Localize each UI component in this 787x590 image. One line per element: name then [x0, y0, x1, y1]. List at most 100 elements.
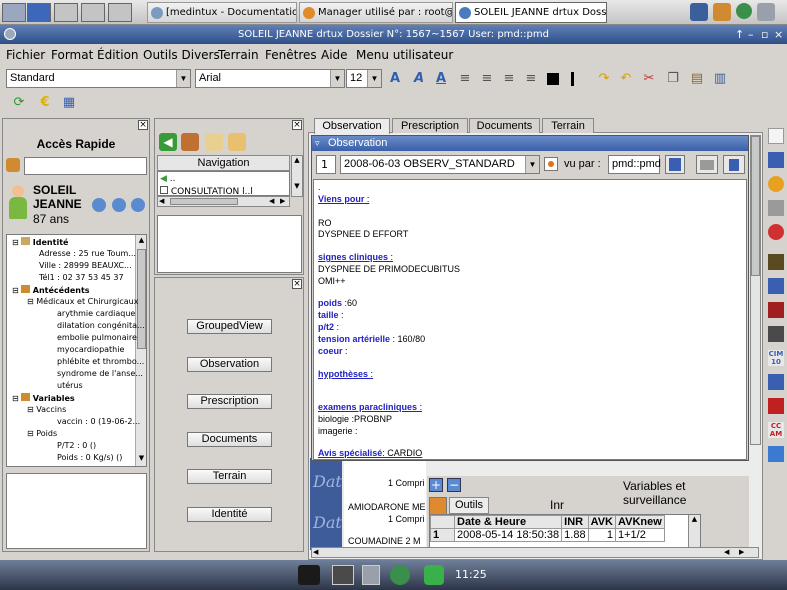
- grid-icon[interactable]: [768, 326, 784, 342]
- tree-leaf[interactable]: arythmie cardiaque: [57, 309, 135, 318]
- tree-leaf[interactable]: dilatation congénita...: [57, 321, 145, 330]
- scroll-thumb[interactable]: [751, 136, 760, 276]
- nav-vscrollbar[interactable]: ▲ ▼: [291, 155, 303, 197]
- tree-leaf[interactable]: myocardiopathie: [57, 345, 124, 354]
- home-icon[interactable]: [181, 133, 199, 151]
- validate-button[interactable]: [544, 157, 558, 171]
- tree-leaf[interactable]: Ville : 28999 BEAUXC...: [39, 261, 132, 270]
- tree-leaf[interactable]: utérus: [57, 381, 83, 390]
- files-dock-icon[interactable]: [362, 565, 380, 585]
- zoom-reset-icon[interactable]: [131, 198, 145, 212]
- tree-node-antecedents[interactable]: ⊟ Antécédents: [12, 285, 90, 295]
- cut-icon[interactable]: ✂: [640, 70, 658, 88]
- stack-icon[interactable]: [768, 278, 784, 294]
- tree-node-identite[interactable]: ⊟ Identité: [12, 237, 68, 247]
- calendar-icon[interactable]: ▦: [60, 94, 78, 112]
- underline-icon[interactable]: A: [432, 70, 450, 88]
- text-color-icon[interactable]: [547, 73, 559, 85]
- align-right-icon[interactable]: ≡: [500, 70, 518, 88]
- table-row[interactable]: 1 2008-05-14 18:50:38 1.88 1 1+1/2: [430, 528, 665, 542]
- view-prescription-button[interactable]: Prescription: [187, 394, 272, 409]
- font-size-select[interactable]: 12 ▼: [346, 69, 382, 88]
- window-close-icon[interactable]: ×: [774, 25, 783, 44]
- save-disk-icon[interactable]: [768, 152, 784, 168]
- menu-edition[interactable]: Édition: [97, 48, 139, 62]
- tab-documents[interactable]: Documents: [469, 118, 540, 133]
- italic-icon[interactable]: A: [410, 70, 428, 88]
- observation-editor[interactable]: . Viens pour : RO DYSPNEE D EFFORT signe…: [313, 179, 747, 460]
- bold-icon[interactable]: A: [386, 70, 404, 88]
- tree-node-variables[interactable]: ⊟ Variables: [12, 393, 75, 403]
- task-manager[interactable]: Manager utilisé par : root@l...: [299, 2, 453, 23]
- scroll-up-icon[interactable]: ▲: [137, 236, 146, 245]
- patient-search-icon[interactable]: [6, 158, 20, 172]
- window-minimize-icon[interactable]: –: [748, 25, 754, 44]
- zoom-in-icon[interactable]: [92, 198, 106, 212]
- printer-icon[interactable]: [768, 200, 784, 216]
- nav-row-consultation[interactable]: CONSULTATION l..l: [160, 186, 253, 195]
- redo-icon[interactable]: ↷: [595, 70, 613, 88]
- refresh-icon[interactable]: ⟳: [10, 94, 28, 112]
- workspace-2-icon[interactable]: [54, 3, 78, 22]
- monitor-tray-icon[interactable]: [690, 3, 708, 21]
- tree-node-vaccins[interactable]: ⊟ Vaccins: [27, 405, 66, 414]
- scroll-down-icon[interactable]: ▼: [292, 182, 302, 190]
- back-arrow-icon[interactable]: ◀: [159, 133, 177, 151]
- align-center-icon[interactable]: ≡: [478, 70, 496, 88]
- align-justify-icon[interactable]: ≡: [522, 70, 540, 88]
- task-drtux[interactable]: SOLEIL JEANNE drtux Dossi...: [455, 2, 607, 23]
- close-icon[interactable]: ×: [292, 279, 302, 289]
- tab-prescription[interactable]: Prescription: [392, 118, 468, 133]
- cim10-icon[interactable]: CIM 10: [768, 350, 784, 366]
- nav-hscrollbar[interactable]: ◀ ◀ ▶: [157, 196, 290, 207]
- menu-outils-divers[interactable]: Outils Divers: [143, 48, 220, 62]
- paste-icon[interactable]: ▤: [688, 70, 706, 88]
- stop-icon[interactable]: [768, 224, 784, 240]
- tree-leaf[interactable]: phlébite et thrombo...: [57, 357, 144, 366]
- workspace-3-icon[interactable]: [81, 3, 105, 22]
- undo-icon[interactable]: ↶: [617, 70, 635, 88]
- menu-terrain[interactable]: Terrain: [218, 48, 259, 62]
- terminal-dock-icon[interactable]: [332, 565, 354, 585]
- ccam-icon[interactable]: CC AM: [768, 422, 784, 438]
- network-tray-icon[interactable]: [757, 3, 775, 21]
- col-avk[interactable]: AVK: [587, 515, 617, 529]
- remove-variable-button[interactable]: −: [447, 478, 461, 492]
- view-grouped-button[interactable]: GroupedView: [187, 319, 272, 334]
- scroll-up-icon[interactable]: ▲: [292, 156, 302, 164]
- scroll-left-icon[interactable]: ◀: [313, 548, 318, 556]
- tree-leaf[interactable]: vaccin : 0 (19-06-2...: [57, 417, 140, 426]
- view-terrain-button[interactable]: Terrain: [187, 469, 272, 484]
- tree-node-poids[interactable]: ⊟ Poids: [27, 429, 57, 438]
- close-icon[interactable]: ×: [292, 120, 302, 130]
- list-icon[interactable]: [768, 254, 784, 270]
- workspace-1-icon[interactable]: [27, 3, 51, 22]
- tree-leaf[interactable]: syndrome de l'anse...: [57, 369, 143, 378]
- view-identite-button[interactable]: Identité: [187, 507, 272, 522]
- document-select[interactable]: 2008-06-03 OBSERV_STANDARD ▼: [340, 155, 540, 174]
- scroll-thumb[interactable]: [170, 198, 238, 205]
- col-date[interactable]: Date & Heure: [453, 515, 563, 529]
- pen-tray-icon[interactable]: [713, 3, 731, 21]
- tree-leaf[interactable]: P/T2 : 0 (): [57, 441, 96, 450]
- edit-icon[interactable]: [205, 133, 223, 151]
- scroll-left-icon[interactable]: ◀: [724, 548, 729, 556]
- vu-par-input[interactable]: pmd::pmd: [608, 155, 661, 174]
- tree-leaf[interactable]: Poids : 0 Kg/s) (): [57, 453, 122, 462]
- scroll-left-icon[interactable]: ◀: [159, 197, 164, 205]
- globe-tray-icon[interactable]: [736, 3, 752, 19]
- folder-open-icon[interactable]: [228, 133, 246, 151]
- menu-utilisateur[interactable]: Menu utilisateur: [356, 48, 453, 62]
- scroll-right-icon[interactable]: ▶: [739, 548, 744, 556]
- menu-format[interactable]: Format: [51, 48, 93, 62]
- zoom-out-icon[interactable]: [112, 198, 126, 212]
- table-vscrollbar[interactable]: ▲: [688, 515, 700, 547]
- euro-icon[interactable]: €: [36, 94, 54, 112]
- book-icon[interactable]: [768, 302, 784, 318]
- window-menu-icon[interactable]: [4, 28, 16, 40]
- tree-node-medicaux[interactable]: ⊟ Médicaux et Chirurgicaux: [27, 297, 138, 306]
- print-button[interactable]: [696, 155, 718, 174]
- workspace-4-icon[interactable]: [108, 3, 132, 22]
- chart-icon[interactable]: [768, 446, 784, 462]
- scroll-left-icon[interactable]: ◀: [269, 197, 274, 205]
